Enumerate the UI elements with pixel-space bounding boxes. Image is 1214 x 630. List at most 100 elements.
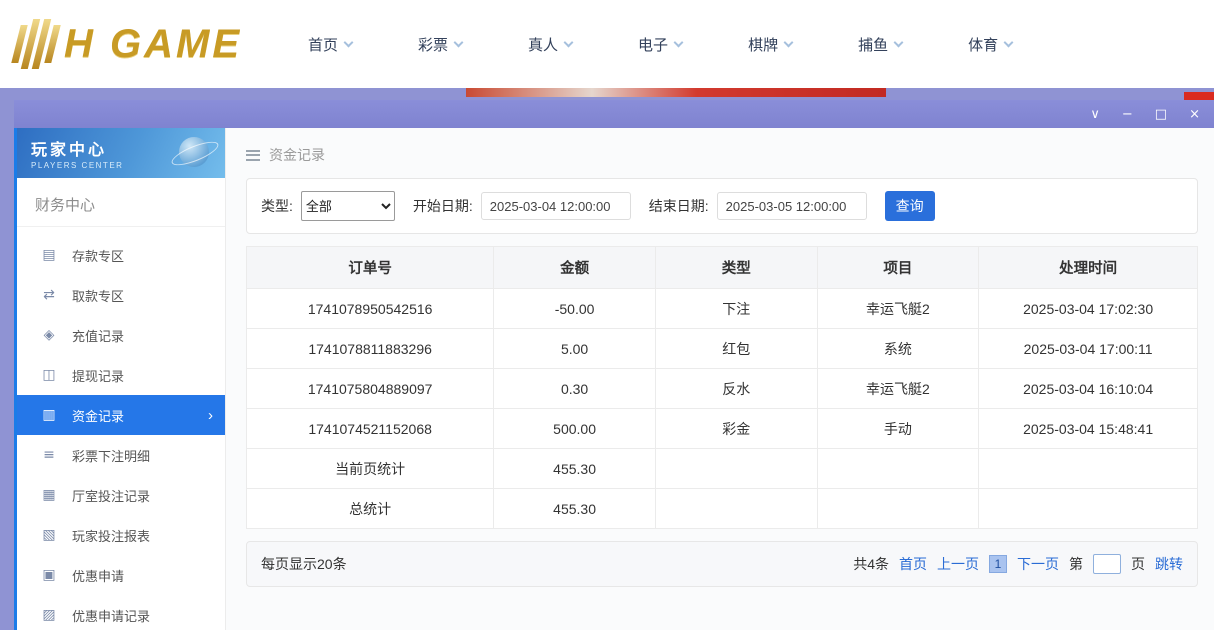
table-header-cell: 订单号 [247,247,494,289]
sidebar: 玩家中心 PLAYERS CENTER 财务中心 ▤存款专区⇄取款专区◈充值记录… [17,128,226,630]
chevron-down-icon [894,37,904,47]
window-titlebar: ∨ − □ × [14,100,1214,128]
sidebar-item-优惠申请[interactable]: ▣ 优惠申请 [17,555,225,595]
promo-apply-icon: ▣ [41,567,57,583]
sidebar-item-label: 玩家投注报表 [72,526,150,545]
lottery-bet-detail-icon: ≡ [41,447,57,463]
table-row: 总统计455.30 [247,489,1198,529]
sidebar-item-label: 优惠申请记录 [72,606,150,625]
jump-button[interactable]: 跳转 [1155,554,1183,574]
nav-item-label: 棋牌 [748,34,778,55]
withdrawal-record-icon: ◫ [41,367,57,383]
logo-text: H GAME [64,22,242,67]
site-header: H GAME 首页 彩票 真人 电子 棋牌 捕鱼 体育 [0,0,1214,88]
sidebar-menu: ▤存款专区⇄取款专区◈充值记录◫提现记录▥资金记录›≡彩票下注明细▦厅室投注记录… [17,227,225,630]
nav-item-首页[interactable]: 首页 [308,34,352,55]
minimize-icon[interactable]: − [1122,108,1133,121]
table-cell: 总统计 [247,489,494,529]
table-cell: 5.00 [494,329,656,369]
nav-item-捕鱼[interactable]: 捕鱼 [858,34,902,55]
sidebar-item-资金记录[interactable]: ▥资金记录› [17,395,225,435]
table-row: 1741074521152068500.00彩金手动2025-03-04 15:… [247,409,1198,449]
nav-item-真人[interactable]: 真人 [528,34,572,55]
sidebar-item-label: 提现记录 [72,366,124,385]
table-cell: 2025-03-04 15:48:41 [979,409,1198,449]
table-row: 当前页统计455.30 [247,449,1198,489]
chevron-down-icon [1004,37,1014,47]
nav-item-电子[interactable]: 电子 [638,34,682,55]
table-cell: 0.30 [494,369,656,409]
sidebar-header: 玩家中心 PLAYERS CENTER [17,128,225,178]
window-body: 玩家中心 PLAYERS CENTER 财务中心 ▤存款专区⇄取款专区◈充值记录… [14,128,1214,630]
sidebar-item-彩票下注明细[interactable]: ≡彩票下注明细 [17,435,225,475]
sidebar-item-玩家投注报表[interactable]: ▧玩家投注报表 [17,515,225,555]
pagination-bar: 每页显示20条 共4条 首页 上一页 1 下一页 第 页 跳转 [246,541,1198,587]
type-label: 类型: [261,196,293,216]
table-cell: 手动 [817,409,979,449]
sidebar-item-提现记录[interactable]: ◫ 提现记录 [17,355,225,395]
table-row: 17410758048890970.30反水幸运飞艇22025-03-04 16… [247,369,1198,409]
nav-item-label: 彩票 [418,34,448,55]
table-cell: -50.00 [494,289,656,329]
chevron-down-icon [564,37,574,47]
logo-bars-icon [10,19,62,69]
table-header-row: 订单号金额类型项目处理时间 [247,247,1198,289]
jump-prefix-label: 第 [1069,554,1083,574]
promo-apply-record-icon: ▨ [41,607,57,623]
player-center-window: ∨−□× 玩家中心 PLAYERS CENTER 财务中心 ▤存款专区⇄取款专区… [14,100,1214,630]
filter-bar: 类型: 全部 开始日期: 结束日期: 查询 [246,178,1198,234]
sidebar-item-充值记录[interactable]: ◈充值记录 [17,315,225,355]
sidebar-item-厅室投注记录[interactable]: ▦厅室投注记录 [17,475,225,515]
table-cell: 2025-03-04 17:00:11 [979,329,1198,369]
table-cell: 500.00 [494,409,656,449]
withdraw-icon: ⇄ [41,287,57,303]
table-cell: 系统 [817,329,979,369]
table-cell [817,489,979,529]
sidebar-item-优惠申请记录[interactable]: ▨ 优惠申请记录 [17,595,225,630]
nav-item-label: 体育 [968,34,998,55]
nav-item-label: 电子 [638,34,668,55]
nav-item-体育[interactable]: 体育 [968,34,1012,55]
close-icon[interactable]: × [1189,108,1200,121]
maximize-icon[interactable]: □ [1155,108,1167,121]
table-cell [655,489,817,529]
sidebar-item-存款专区[interactable]: ▤存款专区 [17,235,225,275]
table-cell: 下注 [655,289,817,329]
search-button[interactable]: 查询 [885,191,935,221]
table-row: 17410788118832965.00红包系统2025-03-04 17:00… [247,329,1198,369]
table-row: 1741078950542516-50.00下注幸运飞艇22025-03-04 … [247,289,1198,329]
funds-record-icon: ▥ [41,407,57,423]
table-cell: 2025-03-04 16:10:04 [979,369,1198,409]
table-cell: 彩金 [655,409,817,449]
main-nav: 首页 彩票 真人 电子 棋牌 捕鱼 体育 [308,34,1012,55]
breadcrumb: 资金记录 [246,144,1198,166]
first-page-link[interactable]: 首页 [899,554,927,574]
table-cell: 1741078950542516 [247,289,494,329]
table-cell [979,449,1198,489]
type-select[interactable]: 全部 [301,191,395,221]
nav-item-label: 捕鱼 [858,34,888,55]
total-count-text: 共4条 [853,554,889,574]
sidebar-item-取款专区[interactable]: ⇄取款专区 [17,275,225,315]
start-date-input[interactable] [481,192,631,220]
end-date-input[interactable] [717,192,867,220]
breadcrumb-label: 资金记录 [269,145,325,165]
current-page-badge[interactable]: 1 [989,555,1007,573]
recharge-record-icon: ◈ [41,327,57,343]
next-page-link[interactable]: 下一页 [1017,554,1059,574]
table-cell: 1741074521152068 [247,409,494,449]
page-jump-input[interactable] [1093,554,1121,574]
sidebar-item-label: 优惠申请 [72,566,124,585]
nav-item-彩票[interactable]: 彩票 [418,34,462,55]
table-cell: 455.30 [494,489,656,529]
table-header-cell: 处理时间 [979,247,1198,289]
collapse-icon[interactable]: ∨ [1090,108,1100,121]
nav-item-label: 真人 [528,34,558,55]
table-cell [817,449,979,489]
site-logo[interactable]: H GAME [16,19,242,69]
hamburger-icon[interactable] [246,150,260,161]
nav-item-棋牌[interactable]: 棋牌 [748,34,792,55]
sidebar-item-label: 存款专区 [72,246,124,265]
sidebar-item-label: 资金记录 [72,406,124,425]
prev-page-link[interactable]: 上一页 [937,554,979,574]
